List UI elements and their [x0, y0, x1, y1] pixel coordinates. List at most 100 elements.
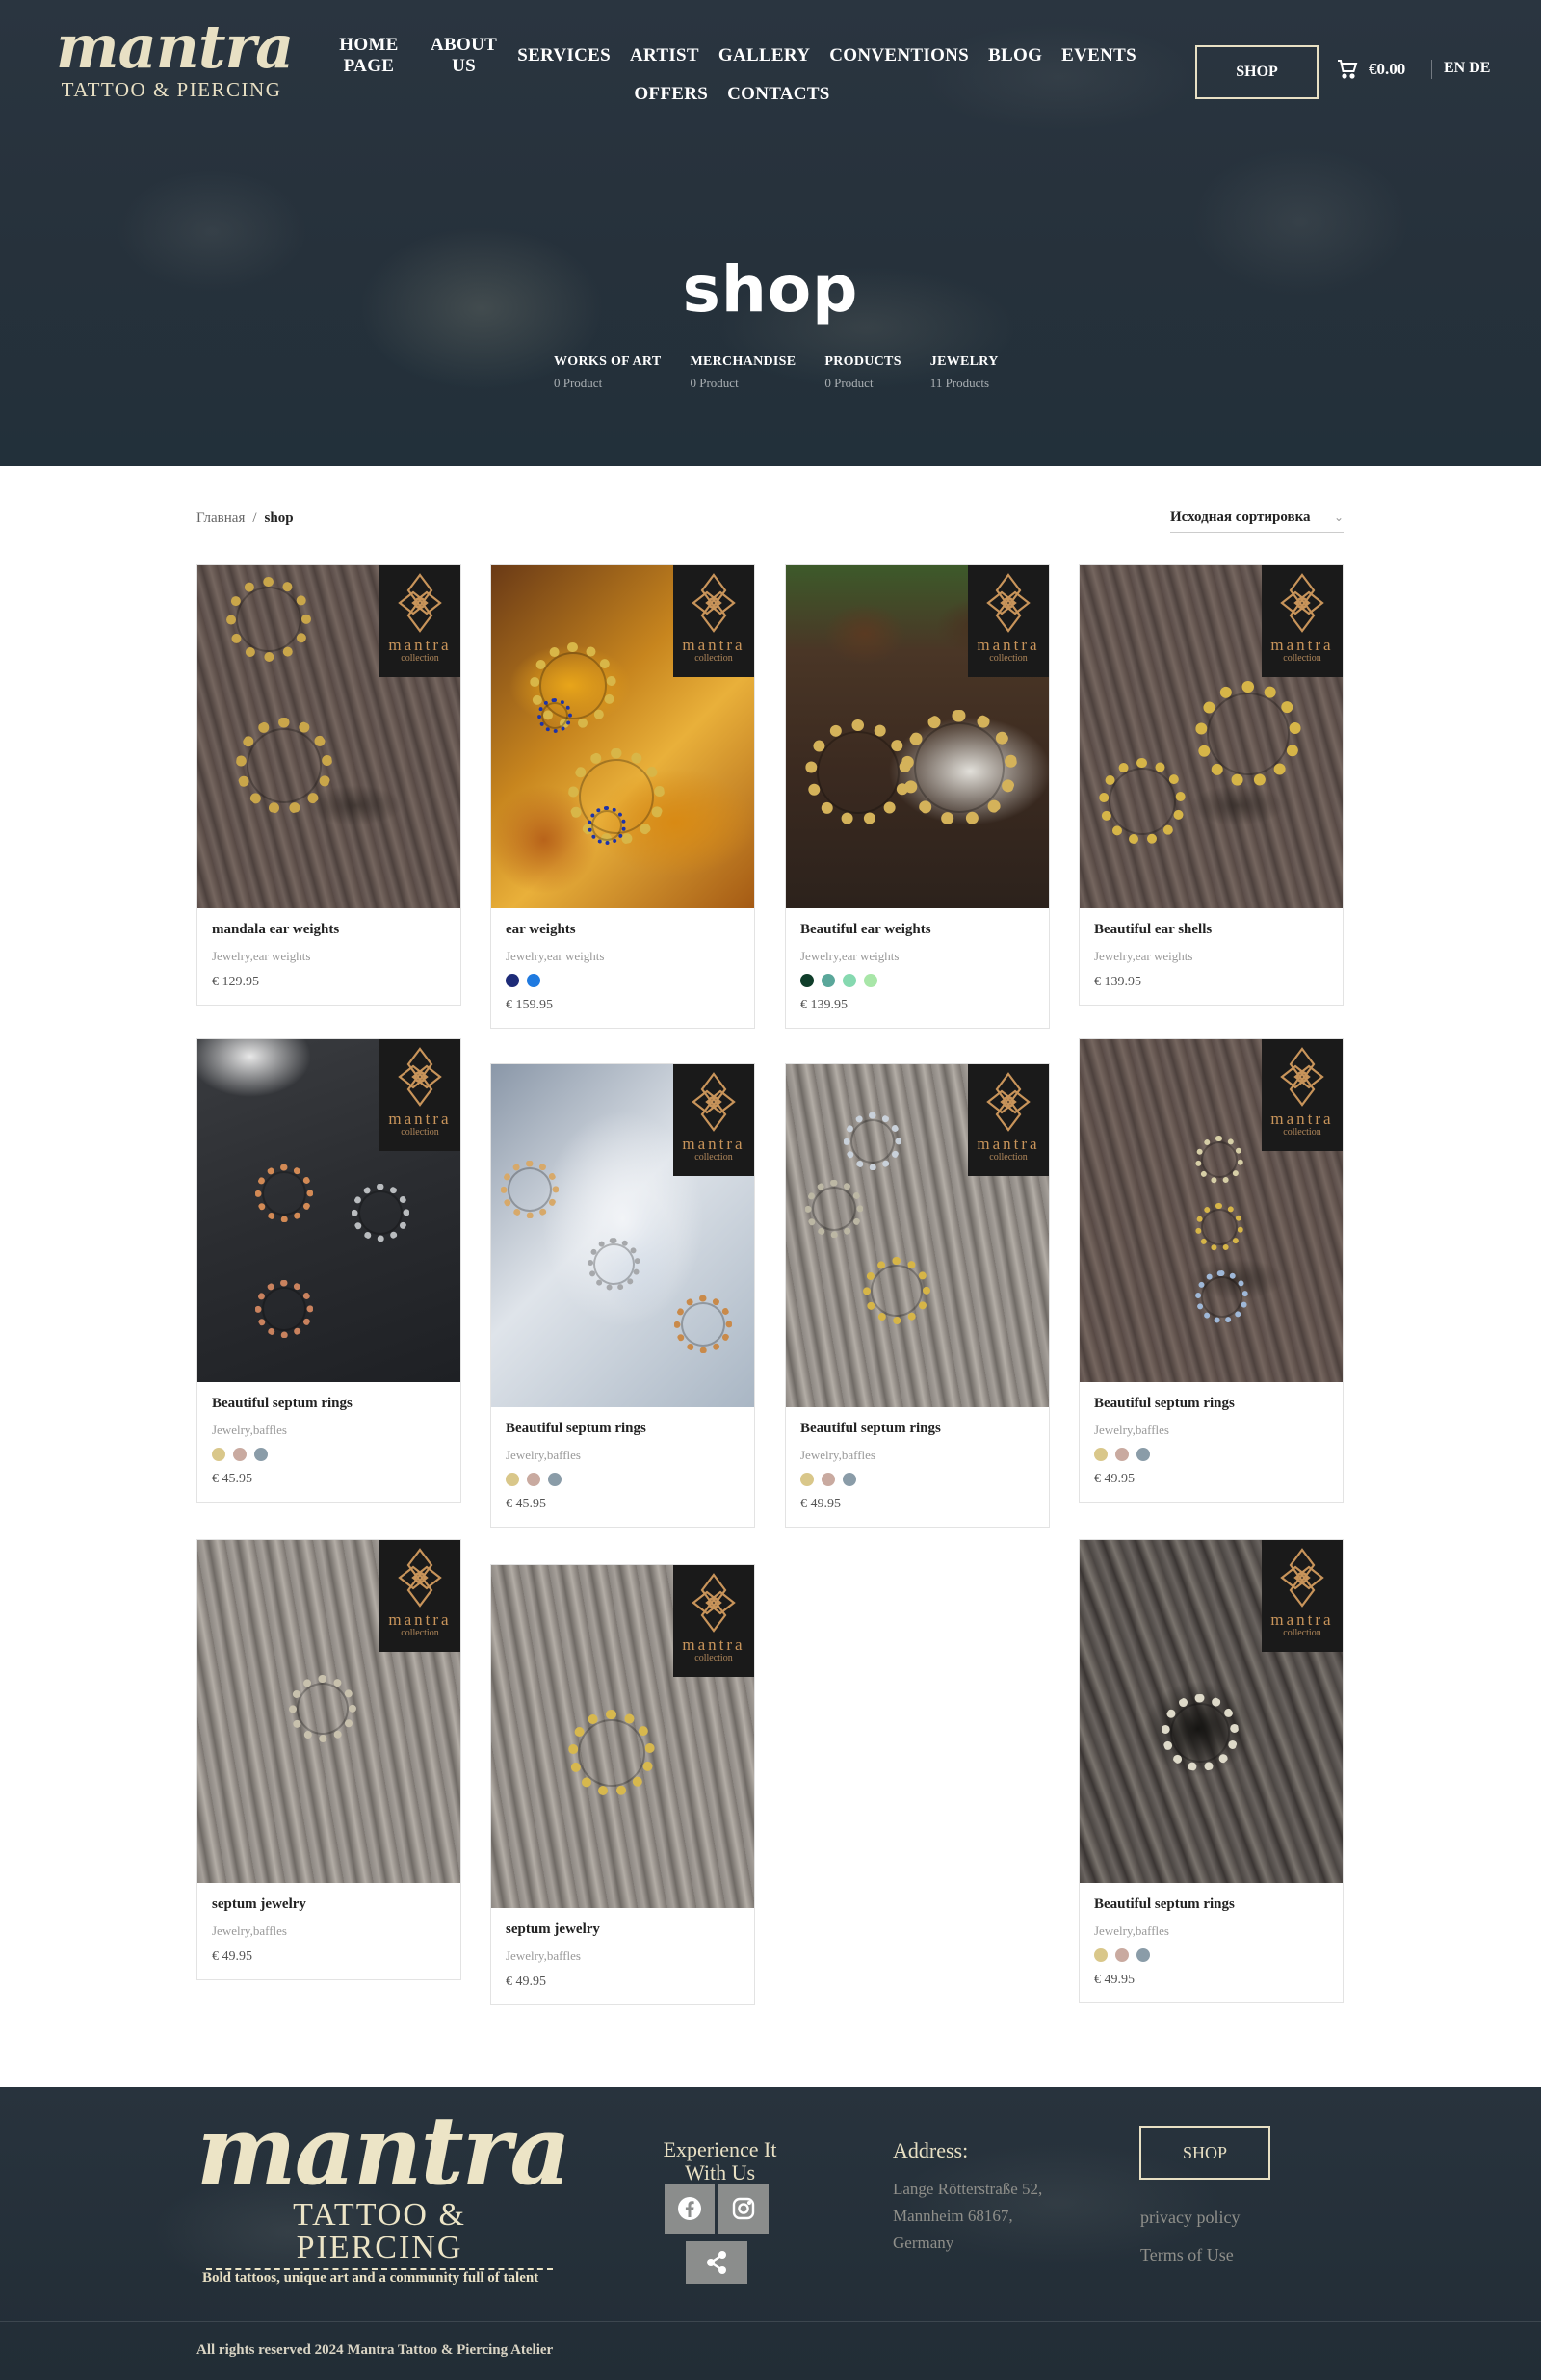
product-name[interactable]: ear weights	[506, 920, 740, 939]
nav-item-conventions[interactable]: CONVENTIONS	[829, 45, 969, 66]
language-switcher[interactable]: EN DE	[1420, 60, 1514, 79]
badge-sub: collection	[1283, 1628, 1321, 1638]
product-categories[interactable]: Jewelry,baffles	[506, 1948, 740, 1964]
header-shop-button[interactable]: SHOP	[1195, 45, 1319, 99]
breadcrumb-home[interactable]: Главная	[196, 510, 245, 527]
cart-button[interactable]: €0.00	[1336, 58, 1405, 81]
color-swatch[interactable]	[548, 1473, 562, 1486]
product-card[interactable]: mantra collection Beautiful ear shells Jewe…	[1079, 564, 1344, 1006]
product-card[interactable]: mantra collection Beautiful septum rings Je…	[1079, 1038, 1344, 1503]
color-swatch[interactable]	[1136, 1448, 1150, 1461]
product-name[interactable]: mandala ear weights	[212, 920, 446, 939]
product-categories[interactable]: Jewelry,baffles	[212, 1923, 446, 1939]
color-swatch[interactable]	[233, 1448, 247, 1461]
product-image[interactable]: mantra collection	[197, 1039, 460, 1382]
product-image[interactable]: mantra collection	[786, 565, 1049, 908]
category-link-products[interactable]: PRODUCTS 0 Product	[824, 354, 901, 391]
color-swatch[interactable]	[843, 974, 856, 987]
nav-item-artist[interactable]: ARTIST	[630, 45, 699, 66]
product-categories[interactable]: Jewelry,baffles	[212, 1423, 446, 1438]
product-name[interactable]: Beautiful septum rings	[800, 1419, 1034, 1438]
product-image[interactable]: mantra collection	[1080, 565, 1343, 908]
category-link-merchandise[interactable]: MERCHANDISE 0 Product	[691, 354, 797, 391]
product-name[interactable]: Beautiful septum rings	[506, 1419, 740, 1438]
nav-item-events[interactable]: EVENTS	[1061, 45, 1136, 66]
product-image[interactable]: mantra collection	[491, 1565, 754, 1908]
product-image[interactable]: mantra collection	[197, 1540, 460, 1883]
product-categories[interactable]: Jewelry,ear weights	[800, 949, 1034, 964]
color-swatch[interactable]	[1115, 1948, 1129, 1962]
color-swatch[interactable]	[822, 974, 835, 987]
product-name[interactable]: Beautiful ear shells	[1094, 920, 1328, 939]
product-image[interactable]: mantra collection	[786, 1064, 1049, 1407]
nav-item-offers[interactable]: OFFERS	[634, 84, 708, 105]
color-swatch[interactable]	[864, 974, 877, 987]
product-categories[interactable]: Jewelry,ear weights	[506, 949, 740, 964]
product-card[interactable]: mantra collection septum jewelry Jewelry,ba…	[490, 1564, 755, 2005]
color-swatch[interactable]	[506, 1473, 519, 1486]
product-categories[interactable]: Jewelry,baffles	[1094, 1423, 1328, 1438]
nav-item-home-page[interactable]: HOME PAGE	[327, 35, 410, 77]
color-swatch[interactable]	[1115, 1448, 1129, 1461]
color-swatch[interactable]	[1136, 1948, 1150, 1962]
product-card[interactable]: mantra collection Beautiful septum rings Je…	[785, 1063, 1050, 1528]
product-card[interactable]: mantra collection ear weights Jewelry,ear w…	[490, 564, 755, 1029]
sort-select[interactable]: Исходная сортировка ⌄	[1170, 508, 1344, 533]
footer-shop-button[interactable]: SHOP	[1139, 2126, 1270, 2180]
product-name[interactable]: Beautiful septum rings	[212, 1394, 446, 1413]
color-swatch[interactable]	[506, 974, 519, 987]
product-card[interactable]: mantra collection Beautiful septum rings Je…	[490, 1063, 755, 1528]
product-image[interactable]: mantra collection	[491, 1064, 754, 1407]
product-card[interactable]: mantra collection Beautiful septum rings Je…	[1079, 1539, 1344, 2003]
product-categories[interactable]: Jewelry,ear weights	[1094, 949, 1328, 964]
color-swatch[interactable]	[527, 1473, 540, 1486]
category-link-jewelry[interactable]: JEWELRY 11 Products	[930, 354, 999, 391]
product-image[interactable]: mantra collection	[1080, 1039, 1343, 1382]
category-count: 0 Product	[824, 376, 874, 390]
mantra-collection-logo	[1280, 1548, 1324, 1608]
color-swatch[interactable]	[254, 1448, 268, 1461]
product-name[interactable]: Beautiful septum rings	[1094, 1895, 1328, 1914]
color-swatches	[1094, 1448, 1328, 1461]
product-image[interactable]: mantra collection	[197, 565, 460, 908]
product-categories[interactable]: Jewelry,baffles	[506, 1448, 740, 1463]
product-name[interactable]: septum jewelry	[212, 1895, 446, 1914]
product-card[interactable]: mantra collection mandala ear weights Jewel…	[196, 564, 461, 1006]
nav-item-blog[interactable]: BLOG	[988, 45, 1042, 66]
product-image[interactable]: mantra collection	[491, 565, 754, 908]
product-categories[interactable]: Jewelry,baffles	[1094, 1923, 1328, 1939]
instagram-link[interactable]	[718, 2184, 769, 2234]
category-link-works-of-art[interactable]: WORKS OF ART 0 Product	[554, 354, 662, 391]
nav-item-gallery[interactable]: GALLERY	[718, 45, 810, 66]
product-name[interactable]: Beautiful septum rings	[1094, 1394, 1328, 1413]
color-swatch[interactable]	[527, 974, 540, 987]
color-swatch[interactable]	[212, 1448, 225, 1461]
color-swatch[interactable]	[822, 1473, 835, 1486]
privacy-policy-link[interactable]: privacy policy	[1140, 2208, 1240, 2228]
product-categories[interactable]: Jewelry,baffles	[800, 1448, 1034, 1463]
nav-item-services[interactable]: SERVICES	[517, 45, 611, 66]
product-info: septum jewelry Jewelry,baffles € 49.95	[491, 1908, 754, 2004]
terms-link[interactable]: Terms of Use	[1140, 2245, 1234, 2265]
product-card[interactable]: mantra collection Beautiful septum rings Je…	[196, 1038, 461, 1503]
product-image[interactable]: mantra collection	[1080, 1540, 1343, 1883]
color-swatch[interactable]	[800, 974, 814, 987]
footer-logo[interactable]: mantra TATTOO & PIERCING	[196, 2099, 571, 2270]
nav-item-about-us[interactable]: ABOUT US	[430, 35, 498, 77]
color-swatch[interactable]	[1094, 1448, 1108, 1461]
color-swatch[interactable]	[843, 1473, 856, 1486]
color-swatch[interactable]	[800, 1473, 814, 1486]
language-label[interactable]: EN DE	[1444, 60, 1490, 79]
site-logo[interactable]: mantra TATTOO & PIERCING	[56, 13, 294, 101]
facebook-link[interactable]	[665, 2184, 715, 2234]
product-card[interactable]: mantra collection septum jewelry Jewelry,ba…	[196, 1539, 461, 1980]
product-card[interactable]: mantra collection Beautiful ear weights Jew…	[785, 564, 1050, 1029]
product-categories[interactable]: Jewelry,ear weights	[212, 949, 446, 964]
category-name: WORKS OF ART	[554, 354, 662, 369]
breadcrumb: Главная / shop	[196, 510, 294, 527]
color-swatch[interactable]	[1094, 1948, 1108, 1962]
nav-item-contacts[interactable]: CONTACTS	[727, 84, 830, 105]
product-name[interactable]: Beautiful ear weights	[800, 920, 1034, 939]
share-button[interactable]	[686, 2241, 747, 2284]
product-name[interactable]: septum jewelry	[506, 1920, 740, 1939]
